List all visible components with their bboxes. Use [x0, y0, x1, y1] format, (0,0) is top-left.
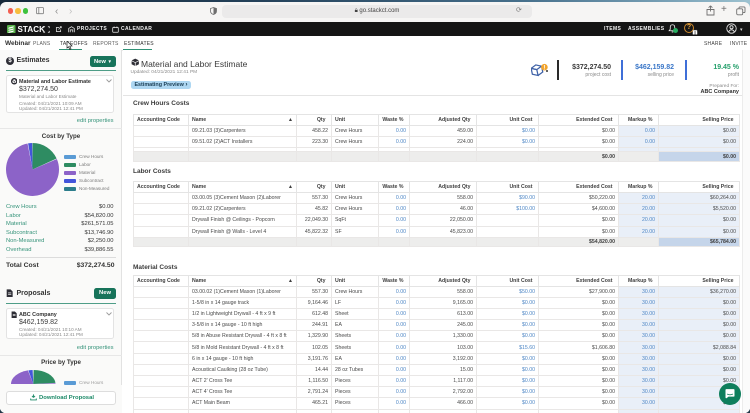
svg-text:!: ! — [543, 65, 545, 71]
